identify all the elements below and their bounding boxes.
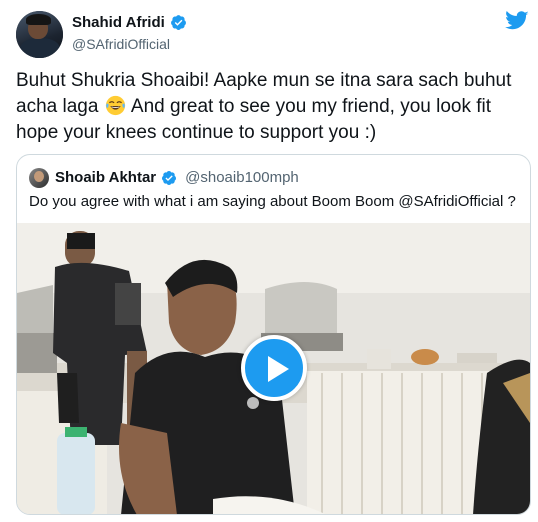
author-handle[interactable]: @SAfridiOfficial — [72, 36, 170, 52]
quoted-tweet-text: Do you agree with what i am saying about… — [29, 193, 516, 210]
author-name-row: Shahid Afridi — [72, 14, 187, 31]
play-icon — [268, 356, 289, 382]
author-avatar[interactable] — [16, 11, 63, 58]
quoted-author-handle[interactable]: @shoaib100mph — [185, 169, 299, 186]
verified-badge-icon — [162, 170, 177, 185]
video-player[interactable] — [17, 223, 530, 514]
twitter-bird-icon[interactable] — [505, 11, 529, 31]
author-display-name[interactable]: Shahid Afridi — [72, 14, 165, 31]
quoted-author-name[interactable]: Shoaib Akhtar — [55, 169, 156, 186]
face-with-tears-of-joy-icon — [105, 95, 125, 116]
verified-badge-icon — [170, 15, 186, 30]
quoted-tweet[interactable]: Shoaib Akhtar @shoaib100mph Do you agree… — [16, 154, 531, 515]
tweet-text: Buhut Shukria Shoaibi! Aapke mun se itna… — [16, 68, 521, 146]
play-button[interactable] — [241, 335, 307, 401]
tweet-card: Shahid Afridi @SAfridiOfficial Buhut Shu… — [0, 0, 538, 522]
quoted-author-avatar[interactable] — [29, 168, 49, 188]
quoted-author-row: Shoaib Akhtar @shoaib100mph — [55, 169, 299, 186]
